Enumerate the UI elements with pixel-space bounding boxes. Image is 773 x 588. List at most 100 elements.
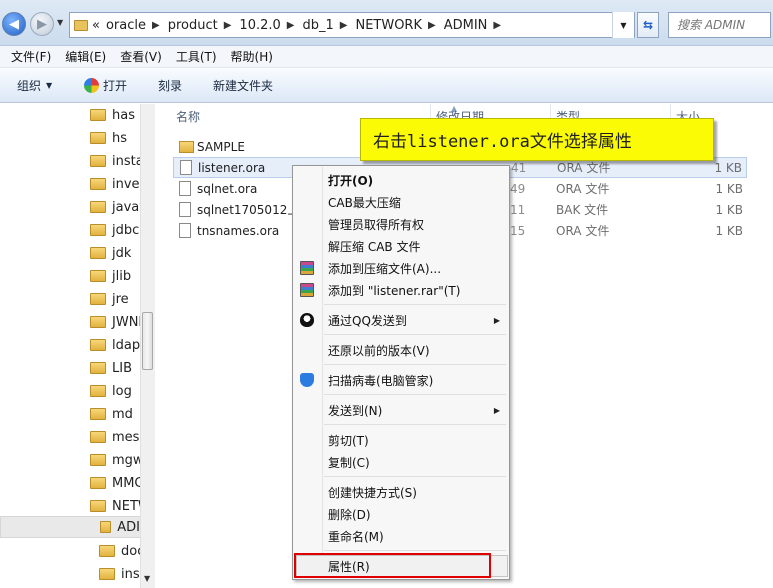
ctx-create-shortcut[interactable]: 创建快捷方式(S) [294, 481, 508, 503]
submenu-arrow-icon: ▶ [493, 405, 500, 415]
file-name: listener.ora [198, 160, 266, 175]
breadcrumb-separator-icon[interactable]: ▶ [224, 20, 232, 31]
open-label: 打开 [103, 79, 128, 93]
ctx-cab-max-compress[interactable]: CAB最大压缩 [294, 191, 508, 213]
tree-item[interactable]: ldap [90, 334, 140, 356]
folder-icon [90, 408, 106, 420]
breadcrumb-overflow[interactable]: « [92, 18, 100, 33]
ctx-separator [324, 394, 506, 395]
tree-item[interactable]: mgw [90, 449, 144, 471]
breadcrumb-network[interactable]: NETWORK [355, 18, 422, 33]
ctx-send-via-qq[interactable]: 通过QQ发送到 ▶ [294, 309, 508, 331]
tree-item[interactable]: hs [90, 127, 127, 149]
tree-item[interactable]: LIB [90, 357, 132, 379]
breadcrumb-admin[interactable]: ADMIN [444, 18, 488, 33]
forward-arrow-icon: ▶ [37, 16, 47, 32]
navigation-pane[interactable]: has hs instal inven javav jdbc jdk jlib … [0, 104, 155, 588]
file-icon [179, 223, 191, 238]
tree-item[interactable]: javav [90, 196, 147, 218]
folder-icon [100, 521, 112, 533]
tree-item[interactable]: instal [90, 150, 147, 172]
refresh-button[interactable]: ⇆ [637, 12, 659, 38]
burn-button[interactable]: 刻录 [158, 77, 182, 94]
nav-scrollbar-thumb[interactable] [142, 312, 153, 370]
ctx-cut[interactable]: 剪切(T) [294, 429, 508, 451]
ctx-separator [324, 364, 506, 365]
file-type: ORA 文件 [556, 182, 610, 196]
address-toolbar: ◀ ▶ ▼ « oracle ▶ product ▶ 10.2.0 ▶ db_1… [0, 0, 773, 46]
tree-item[interactable]: jre [90, 288, 129, 310]
menu-help[interactable]: 帮助(H) [231, 48, 273, 65]
ctx-scan-virus[interactable]: 扫描病毒(电脑管家) [294, 369, 508, 391]
breadcrumb-db1[interactable]: db_1 [302, 18, 333, 33]
tree-item[interactable]: jlib [90, 265, 131, 287]
winrar-icon [300, 283, 314, 297]
menu-file[interactable]: 文件(F) [11, 48, 51, 65]
tree-item[interactable]: log [90, 380, 132, 402]
search-box[interactable] [668, 12, 771, 38]
tree-item[interactable]: MMC [90, 472, 144, 494]
folder-icon [99, 545, 115, 557]
breadcrumb-separator-icon[interactable]: ▶ [428, 20, 436, 31]
tree-item[interactable]: JWNI [90, 311, 142, 333]
file-size: 1 KB [715, 202, 743, 217]
ctx-take-ownership[interactable]: 管理员取得所有权 [294, 213, 508, 235]
ctx-extract-cab[interactable]: 解压缩 CAB 文件 [294, 235, 508, 257]
menu-edit[interactable]: 编辑(E) [65, 48, 106, 65]
search-input[interactable] [677, 18, 770, 32]
column-header-name[interactable]: 名称 [176, 108, 200, 125]
chevron-down-icon: ▼ [46, 81, 53, 90]
folder-icon [90, 385, 106, 397]
file-type: ORA 文件 [557, 161, 611, 175]
breadcrumb-oracle[interactable]: oracle [106, 18, 146, 33]
open-button[interactable]: 打开 [84, 77, 127, 94]
folder-icon [90, 431, 106, 443]
breadcrumb-separator-icon[interactable]: ▶ [152, 20, 160, 31]
new-folder-button[interactable]: 新建文件夹 [213, 77, 273, 94]
ctx-send-to[interactable]: 发送到(N) ▶ [294, 399, 508, 421]
address-dropdown-icon[interactable]: ▼ [612, 12, 634, 38]
tree-item[interactable]: doc [99, 540, 144, 562]
ctx-add-to-rar[interactable]: 添加到 "listener.rar"(T) [294, 279, 508, 301]
forward-button[interactable]: ▶ [30, 12, 54, 36]
breadcrumb-version[interactable]: 10.2.0 [239, 18, 280, 33]
ctx-rename[interactable]: 重命名(M) [294, 525, 508, 547]
breadcrumb-separator-icon[interactable]: ▶ [493, 20, 501, 31]
ctx-separator [324, 550, 506, 551]
shield-icon [300, 373, 314, 387]
scroll-down-arrow-icon[interactable]: ▼ [144, 574, 150, 583]
folder-icon [90, 155, 106, 167]
file-icon [179, 181, 191, 196]
ctx-open[interactable]: 打开(O) [294, 169, 508, 191]
folder-icon [90, 178, 106, 190]
folder-icon [90, 477, 106, 489]
recent-pages-dropdown-icon[interactable]: ▼ [57, 18, 63, 27]
tree-item[interactable]: md [90, 403, 133, 425]
menu-tools[interactable]: 工具(T) [176, 48, 217, 65]
ctx-add-to-archive[interactable]: 添加到压缩文件(A)... [294, 257, 508, 279]
back-button[interactable]: ◀ [2, 12, 26, 36]
file-date: 11 [510, 202, 526, 217]
file-size: 1 KB [715, 181, 743, 196]
breadcrumb-separator-icon[interactable]: ▶ [340, 20, 348, 31]
refresh-icon: ⇆ [642, 18, 654, 32]
ctx-delete[interactable]: 删除(D) [294, 503, 508, 525]
folder-icon [90, 362, 106, 374]
ctx-copy[interactable]: 复制(C) [294, 451, 508, 473]
file-type: BAK 文件 [556, 203, 609, 217]
menu-view[interactable]: 查看(V) [120, 48, 162, 65]
address-bar[interactable]: « oracle ▶ product ▶ 10.2.0 ▶ db_1 ▶ NET… [69, 12, 635, 38]
tree-item[interactable]: jdk [90, 242, 131, 264]
breadcrumb-product[interactable]: product [168, 18, 218, 33]
file-date: 15 [510, 223, 526, 238]
breadcrumb-separator-icon[interactable]: ▶ [287, 20, 295, 31]
tree-item[interactable]: jdbc [90, 219, 139, 241]
organize-button[interactable]: 组织 ▼ [17, 77, 52, 94]
ctx-separator [324, 334, 506, 335]
file-icon [180, 160, 192, 175]
tree-item-selected[interactable]: ADI [0, 516, 141, 538]
ctx-restore-previous[interactable]: 还原以前的版本(V) [294, 339, 508, 361]
tree-item[interactable]: has [90, 104, 135, 126]
qq-penguin-icon [300, 313, 314, 327]
tree-item[interactable]: inst [99, 563, 145, 585]
